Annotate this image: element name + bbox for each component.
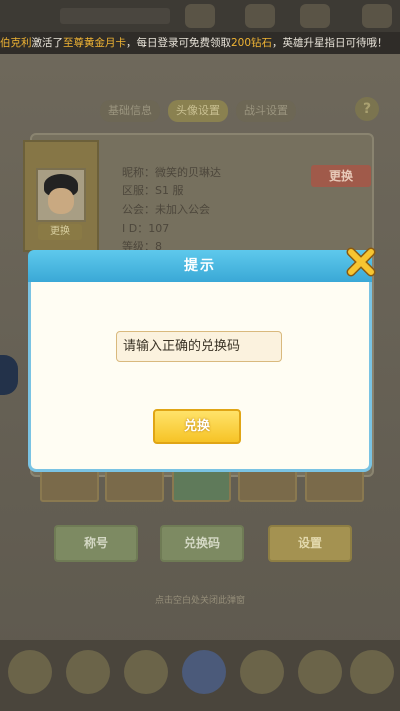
resource-icon <box>245 4 275 28</box>
avatar-change-button[interactable]: 更换 <box>38 224 82 240</box>
exchange-button[interactable]: 兑换 <box>153 409 241 444</box>
redeem-code-input[interactable]: 请输入正确的兑换码 <box>116 331 282 362</box>
marquee-reward: 200钻石 <box>231 37 273 49</box>
nav-icon[interactable] <box>240 650 284 694</box>
profile-tabs: 基础信息 头像设置 战斗设置 <box>100 100 340 122</box>
marquee-text: ，每日登录可免费领取 <box>126 37 231 49</box>
hero-card[interactable] <box>238 468 297 502</box>
hero-card[interactable] <box>105 468 164 502</box>
guild-label: 公会：未加入公会 <box>122 203 210 216</box>
top-status-bar <box>0 0 400 32</box>
resource-icon <box>362 4 392 28</box>
modal-title: 提示 <box>184 258 216 274</box>
redeem-code-button[interactable]: 兑换码 <box>160 525 244 562</box>
help-icon[interactable]: ? <box>355 97 379 121</box>
resource-icon <box>185 4 215 28</box>
server-label: 区服：S1 服 <box>122 184 184 197</box>
tab-battle[interactable]: 战斗设置 <box>236 100 296 122</box>
empty-hero-slot[interactable] <box>172 468 231 502</box>
marquee-text: 激活了 <box>31 37 64 49</box>
nav-icon[interactable] <box>124 650 168 694</box>
change-name-button[interactable]: 更换 <box>311 165 371 187</box>
close-hint: 点击空白处关闭此弹窗 <box>154 596 245 606</box>
nickname-label: 昵称：微笑的贝琳达 <box>122 166 221 179</box>
marquee-text: ，英雄升星指日可待哦！ <box>272 37 388 49</box>
nav-icon[interactable] <box>8 650 52 694</box>
resource-icon <box>300 4 330 28</box>
nav-icon[interactable] <box>66 650 110 694</box>
announcement-marquee: 伯克利激活了至尊黄金月卡，每日登录可免费领取200钻石，英雄升星指日可待哦！ <box>0 32 400 54</box>
side-float-icon[interactable] <box>0 355 18 395</box>
close-icon[interactable] <box>345 246 377 278</box>
tab-avatar[interactable]: 头像设置 <box>168 100 228 122</box>
nav-icon[interactable] <box>298 650 342 694</box>
title-button[interactable]: 称号 <box>54 525 138 562</box>
avatar[interactable] <box>36 168 86 222</box>
hero-card[interactable] <box>40 468 99 502</box>
avatar-face <box>48 188 74 214</box>
marquee-player: 伯克利 <box>0 37 32 49</box>
id-label: I D：107 <box>122 222 170 235</box>
tab-basic-info[interactable]: 基础信息 <box>100 100 160 122</box>
vs-battle-icon[interactable] <box>182 650 226 694</box>
settings-button[interactable]: 设置 <box>268 525 352 562</box>
player-name-bar <box>60 8 170 24</box>
modal-header: 提示 <box>28 250 372 282</box>
nav-icon[interactable] <box>350 650 394 694</box>
marquee-item: 至尊黄金月卡 <box>63 37 126 49</box>
hero-card[interactable] <box>305 468 364 502</box>
